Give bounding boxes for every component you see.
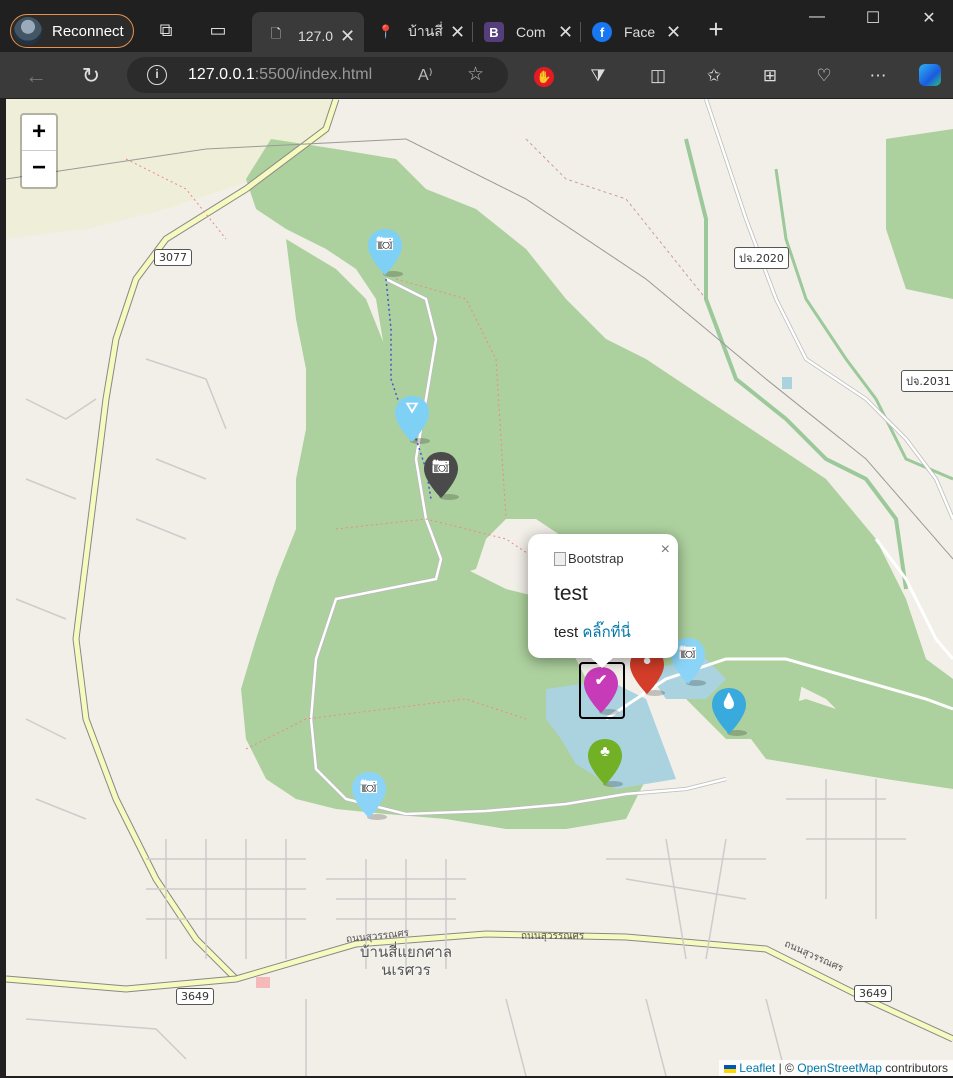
- more-menu-icon[interactable]: ⋯: [866, 64, 890, 88]
- camera-icon: 📷: [359, 777, 379, 794]
- marker-camera-3[interactable]: 📷: [351, 770, 389, 822]
- minimize-icon[interactable]: —: [802, 8, 832, 26]
- site-info-icon[interactable]: i: [147, 65, 167, 85]
- favorite-star-icon[interactable]: ☆: [467, 63, 484, 86]
- tree-icon: ♣: [600, 743, 610, 760]
- road-shield: 3077: [154, 249, 192, 266]
- zoom-control: + −: [20, 113, 58, 189]
- google-maps-icon: 📍: [377, 24, 395, 39]
- camera-icon: 📷: [375, 234, 395, 251]
- popup-image: Bootstrap: [554, 551, 624, 566]
- road-icon: ⛛: [405, 400, 419, 417]
- maximize-icon[interactable]: ☐: [858, 8, 888, 28]
- popup-text: test คลิ๊กที่นี่: [554, 624, 631, 641]
- popup-heading: test: [554, 582, 588, 605]
- address-bar: ← ↻ i 127.0.0.1:5500/index.html A⁾ ☆ ✋ ⧩…: [0, 52, 953, 98]
- workspaces-icon[interactable]: ⧉: [154, 18, 178, 42]
- ukraine-flag-icon: [724, 1064, 737, 1073]
- road-label: ถนนสุวรรณศร: [521, 931, 585, 942]
- profile-label: Reconnect: [52, 22, 124, 40]
- tab-bar: Reconnect ⧉ ▭ 🗋 127.0 ✕ 📍 บ้านสี่ ✕ B Co…: [0, 0, 953, 60]
- browser-essentials-icon[interactable]: ♡: [812, 64, 836, 88]
- map-tiles: [6, 99, 953, 1076]
- marker-popup: × Bootstrap test test คลิ๊กที่นี่: [528, 534, 678, 668]
- leaflet-link[interactable]: Leaflet: [739, 1061, 775, 1075]
- extensions-icon[interactable]: ⧩: [586, 64, 610, 88]
- road-shield: 3649: [854, 985, 892, 1002]
- road-shield: 3649: [176, 988, 214, 1005]
- tab-actions-icon[interactable]: ▭: [206, 18, 230, 42]
- osm-link[interactable]: OpenStreetMap: [797, 1061, 882, 1075]
- favorites-icon[interactable]: ✩: [702, 64, 726, 88]
- copilot-icon[interactable]: [918, 64, 942, 88]
- zoom-out-button[interactable]: −: [22, 151, 56, 187]
- tab-google-maps[interactable]: 📍 บ้านสี่ ✕: [376, 12, 472, 52]
- document-icon: 🗋: [270, 26, 282, 41]
- marker-camera-dark[interactable]: 📷: [423, 450, 461, 502]
- marker-road[interactable]: ⛛: [394, 394, 432, 446]
- road-shield: ปจ.2031: [901, 370, 953, 392]
- avatar: [14, 17, 42, 45]
- zoom-in-button[interactable]: +: [22, 115, 56, 151]
- new-tab-icon[interactable]: +: [704, 16, 728, 42]
- profile-button[interactable]: Reconnect: [10, 14, 134, 48]
- marker-tree[interactable]: ♣: [587, 737, 625, 789]
- close-window-icon[interactable]: ✕: [914, 8, 944, 28]
- selected-marker-outline: [579, 662, 625, 719]
- bootstrap-icon: B: [484, 22, 504, 42]
- close-tab-icon[interactable]: ✕: [666, 22, 681, 43]
- tab-title: Com: [516, 24, 546, 40]
- tab-title: บ้านสี่: [408, 23, 443, 39]
- url-field[interactable]: i 127.0.0.1:5500/index.html A⁾ ☆: [127, 57, 508, 93]
- tab-bootstrap[interactable]: B Com ✕: [484, 12, 580, 52]
- camera-icon: 📷: [431, 457, 451, 474]
- tab-facebook[interactable]: f Face ✕: [592, 12, 688, 52]
- adblock-icon[interactable]: ✋: [532, 64, 556, 88]
- tab-title: 127.0: [298, 28, 334, 44]
- map-attribution: Leaflet | © OpenStreetMap contributors: [719, 1060, 953, 1076]
- broken-image-icon: [554, 551, 566, 566]
- url-text: 127.0.0.1:5500/index.html: [188, 66, 373, 83]
- leaflet-map[interactable]: 3077 ปจ.2020 ปจ.2031 3649 3649 ถนนสุวรรณ…: [6, 99, 953, 1076]
- split-screen-icon[interactable]: ◫: [646, 64, 670, 88]
- place-label: บ้านสี่แยกศาล นเรศวร: [360, 943, 453, 979]
- marker-water[interactable]: 💧: [711, 686, 749, 738]
- refresh-icon[interactable]: ↻: [77, 62, 105, 90]
- close-tab-icon[interactable]: ✕: [340, 26, 355, 47]
- water-drop-icon: 💧: [719, 693, 739, 710]
- back-icon[interactable]: ←: [22, 62, 50, 90]
- close-tab-icon[interactable]: ✕: [558, 22, 573, 43]
- close-tab-icon[interactable]: ✕: [450, 22, 465, 43]
- popup-link[interactable]: คลิ๊กที่นี่: [582, 624, 630, 641]
- popup-close-button[interactable]: ×: [661, 541, 670, 559]
- tab-title: Face: [624, 24, 656, 40]
- road-shield: ปจ.2020: [734, 247, 789, 269]
- read-aloud-icon[interactable]: A⁾: [418, 65, 433, 85]
- facebook-icon: f: [592, 22, 612, 42]
- collections-icon[interactable]: ⊞: [758, 64, 782, 88]
- marker-camera-1[interactable]: 📷: [367, 227, 405, 279]
